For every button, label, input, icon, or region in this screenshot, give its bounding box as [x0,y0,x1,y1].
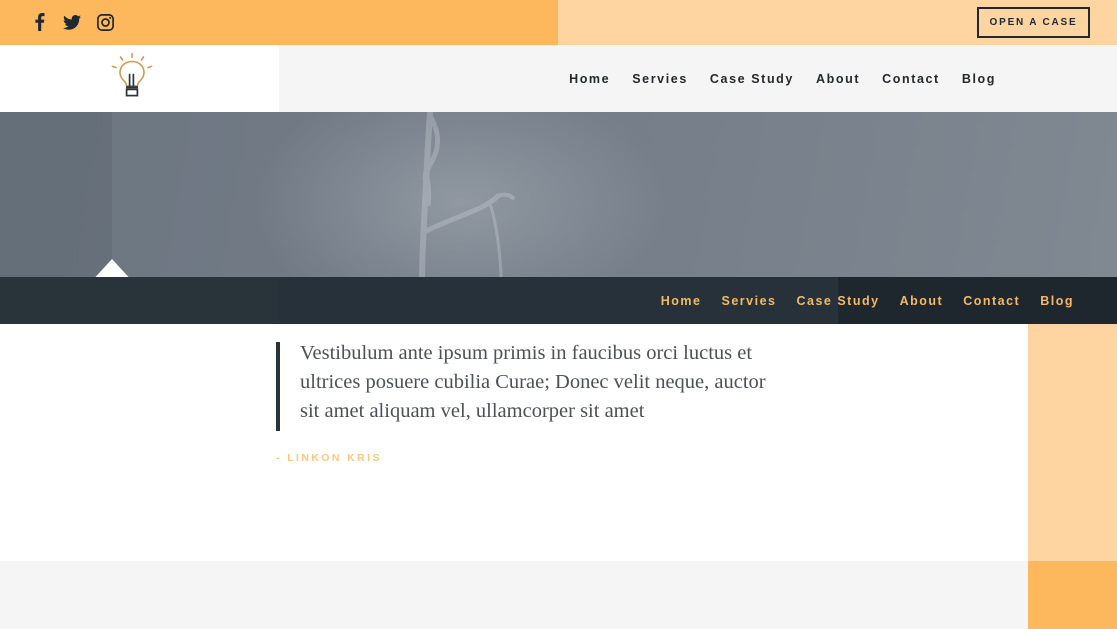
quote-author: - LINKON KRIS [276,452,382,464]
facebook-icon[interactable] [30,12,48,32]
nav-item-case-study[interactable]: Case Study [699,72,805,86]
site-header: Home Servies Case Study About Contact Bl… [0,45,1117,112]
branch-silhouette [419,112,515,277]
nav-item-blog[interactable]: Blog [951,72,1007,86]
lightbulb-logo[interactable] [110,53,154,103]
dark-nav-item-contact[interactable]: Contact [953,294,1030,308]
top-bar: OPEN A CASE [0,0,1117,45]
testimonial-section: Vestibulum ante ipsum primis in faucibus… [0,324,1028,561]
quote-accent-bar [276,342,280,431]
nav-item-home[interactable]: Home [558,72,621,86]
right-accent-panel-top [1028,324,1117,561]
bottom-grey-section [0,561,1028,629]
main-navigation: Home Servies Case Study About Contact Bl… [558,45,1007,112]
dark-nav-item-home[interactable]: Home [651,294,712,308]
nav-item-servies[interactable]: Servies [621,72,699,86]
nav-item-about[interactable]: About [805,72,871,86]
secondary-dark-navigation: Home Servies Case Study About Contact Bl… [0,277,1117,324]
quote-text: Vestibulum ante ipsum primis in faucibus… [300,342,766,422]
dark-nav-item-case-study[interactable]: Case Study [786,294,889,308]
vertical-resize-arrow-icon[interactable] [84,257,140,277]
dark-nav-item-servies[interactable]: Servies [712,294,787,308]
social-links [30,12,114,32]
hero-banner [0,112,1117,277]
dark-nav-item-blog[interactable]: Blog [1030,294,1084,308]
dark-nav-left-panel [0,277,279,324]
instagram-icon[interactable] [96,12,114,32]
open-a-case-button[interactable]: OPEN A CASE [977,7,1090,38]
right-accent-panel-bottom [1028,561,1117,629]
hero-left-shade [0,112,112,277]
twitter-icon[interactable] [63,12,81,32]
dark-navigation-items: Home Servies Case Study About Contact Bl… [651,277,1084,324]
dark-nav-item-about[interactable]: About [890,294,954,308]
nav-item-contact[interactable]: Contact [871,72,951,86]
page-root: OPEN A CASE Home Servies Case Study Abou… [0,0,1117,629]
